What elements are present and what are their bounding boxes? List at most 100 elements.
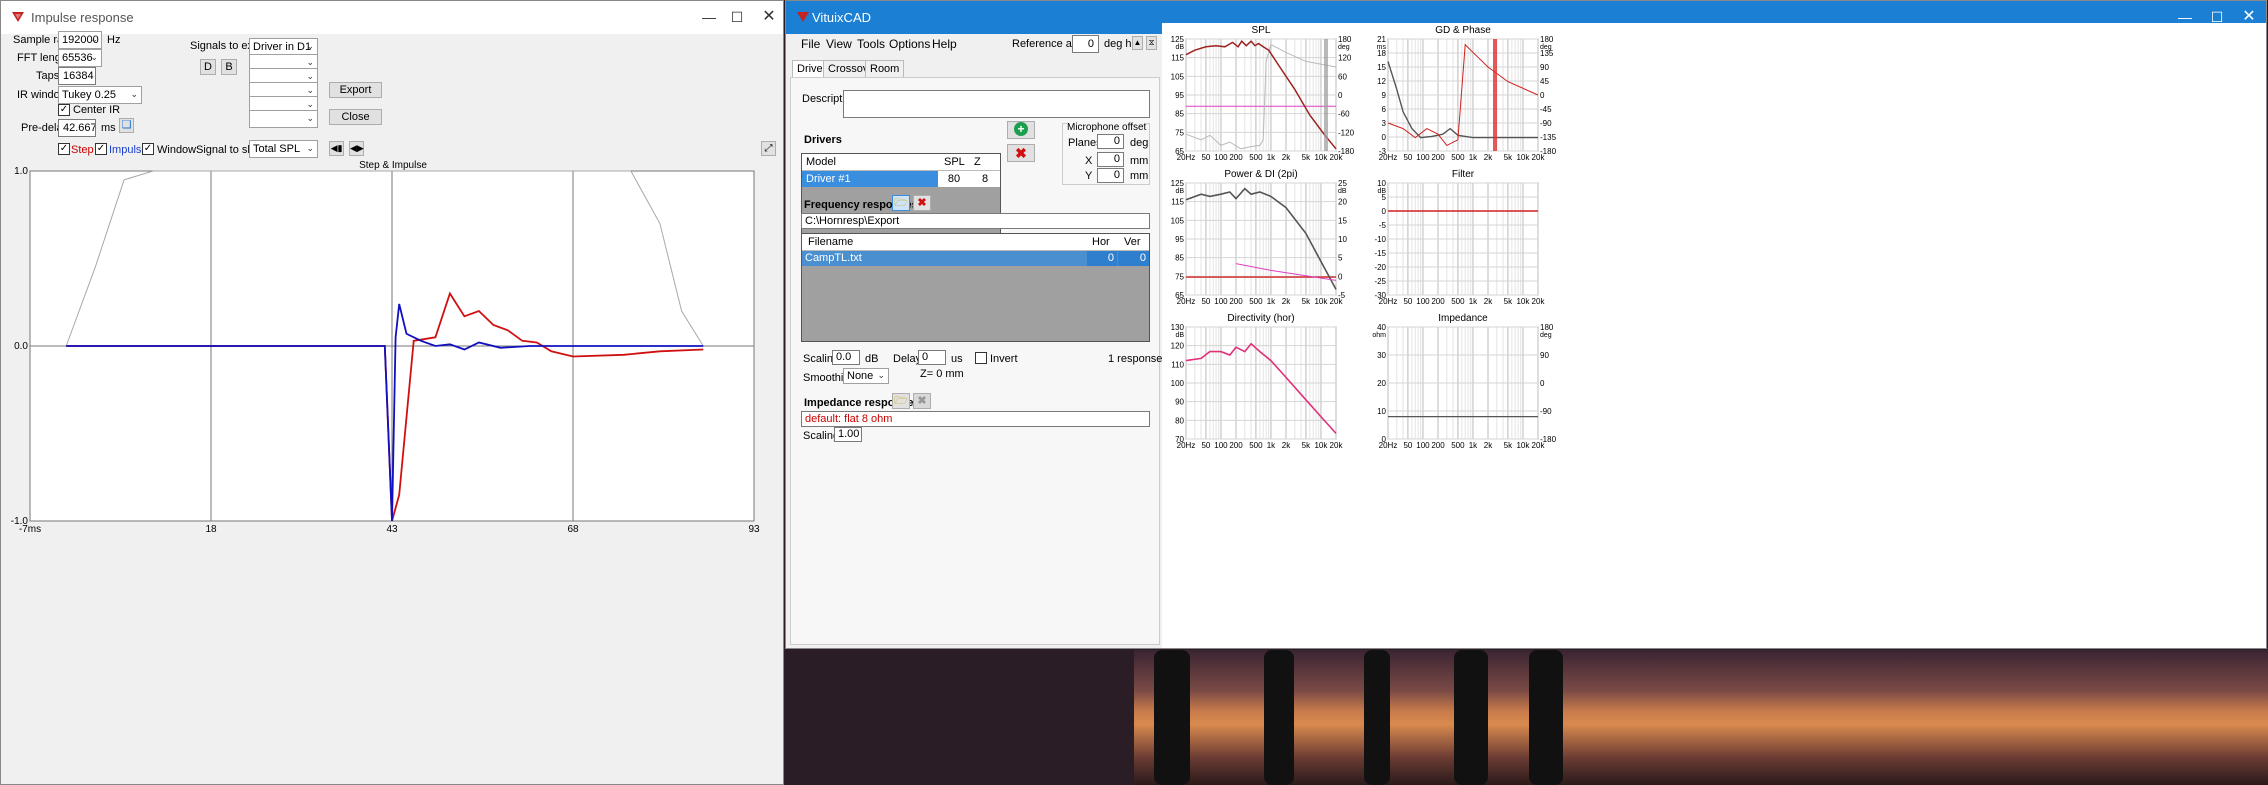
right-tick-label: 0 xyxy=(1338,272,1343,281)
predelay-input[interactable]: 42.667 xyxy=(58,119,96,137)
x-tick-label: 43 xyxy=(386,524,398,535)
y-tick-label: 0.0 xyxy=(14,341,28,352)
menu-help[interactable]: Help xyxy=(932,37,957,51)
freq-tick-label: 5k xyxy=(1504,441,1513,449)
right-tick-label: 90 xyxy=(1540,351,1549,360)
mm-label: mm xyxy=(1130,155,1149,167)
open-freq-button[interactable]: 🗁 xyxy=(892,195,910,211)
maximize-button[interactable]: ☐ xyxy=(727,7,747,27)
freq-tick-label: 50 xyxy=(1403,297,1412,306)
left-unit-label: dB xyxy=(1175,44,1184,51)
add-driver-button[interactable]: + xyxy=(1007,121,1035,139)
menu-view[interactable]: View xyxy=(826,37,852,51)
col-model: Model xyxy=(806,156,836,168)
smoothing-value: None xyxy=(847,370,874,382)
ir-window-select[interactable]: Tukey 0.25 ⌄ xyxy=(58,86,142,104)
impulse-checkbox[interactable]: ✓ xyxy=(95,143,107,155)
freq-tick-label: 10k xyxy=(1314,441,1328,449)
freq-tick-label: 1k xyxy=(1267,153,1276,162)
freq-tick-label: 50 xyxy=(1403,153,1412,162)
graph-gd: GD & Phase20Hz 50 100 200 500 1k 2k 5k 10k 20k211… xyxy=(1377,25,1557,162)
angle-step-button[interactable]: ▲ xyxy=(1132,36,1143,50)
delay-input[interactable]: 0 xyxy=(918,350,946,365)
remove-driver-button[interactable]: ✖ xyxy=(1007,144,1035,162)
remove-imp-button[interactable]: ✖ xyxy=(913,393,931,409)
graph-title: Filter xyxy=(1452,169,1475,180)
reference-angle-input[interactable]: 0 xyxy=(1072,35,1099,53)
left-tick-label: 3 xyxy=(1382,119,1387,128)
menu-options[interactable]: Options xyxy=(889,37,930,51)
right-tick-label: 180 xyxy=(1540,323,1554,332)
taps-input[interactable]: 16384 xyxy=(58,67,96,85)
freq-tick-label: 100 xyxy=(1214,441,1228,449)
driver-row[interactable]: Driver #1 80 8 xyxy=(802,171,1000,187)
freq-tick-label: 500 xyxy=(1249,441,1263,449)
graphs-svg: SPL20Hz 50 100 200 500 1k 2k 5k 10k 20k1251151059… xyxy=(1171,25,1557,449)
right-tick-label: 10 xyxy=(1338,235,1347,244)
left-unit-label: dB xyxy=(1175,188,1184,195)
close-window-button[interactable]: ✕ xyxy=(759,7,779,27)
next-signal-button[interactable]: ◀▶ xyxy=(349,141,364,156)
freq-tick-label: 500 xyxy=(1451,297,1465,306)
freq-tick-label: 50 xyxy=(1201,153,1210,162)
impedance-scaling-input[interactable]: 1.00 xyxy=(834,427,862,442)
description-input[interactable] xyxy=(843,90,1150,118)
hourglass-icon: ⧖ xyxy=(1148,38,1155,47)
center-ir-checkbox[interactable]: ✓ xyxy=(58,104,70,116)
fft-length-select[interactable]: 65536 ⌄ xyxy=(58,49,102,67)
sample-rate-select[interactable]: 192000 ⌄ xyxy=(58,31,102,49)
window-checkbox[interactable]: ✓ xyxy=(142,143,154,155)
y-offset-input[interactable]: 0 xyxy=(1097,168,1124,183)
freq-path-input[interactable]: C:\Hornresp\Export xyxy=(801,213,1150,229)
angle-reset-button[interactable]: ⧖ xyxy=(1146,36,1157,50)
right-tick-label: -60 xyxy=(1338,110,1350,119)
signal-export-select-6[interactable]: ⌄ xyxy=(249,110,318,128)
open-imp-button[interactable]: 🗁 xyxy=(892,393,910,409)
b-button[interactable]: B xyxy=(221,59,237,75)
tab-room[interactable]: Room xyxy=(865,60,905,78)
mic-offset-box: Microphone offset Planes 0 deg X 0 mm Y … xyxy=(1062,122,1150,185)
fence-post xyxy=(1154,650,1190,785)
minimize-button[interactable]: — xyxy=(699,7,719,27)
close-button[interactable]: Close xyxy=(329,109,382,125)
freq-tick-label: 100 xyxy=(1214,297,1228,306)
left-tick-label: 120 xyxy=(1171,342,1185,351)
invert-checkbox[interactable] xyxy=(975,352,987,364)
x-offset-input[interactable]: 0 xyxy=(1097,152,1124,167)
freq-tick-label: 500 xyxy=(1451,441,1465,449)
freq-tick-label: 500 xyxy=(1249,153,1263,162)
fence-post xyxy=(1264,650,1294,785)
menu-tools[interactable]: Tools xyxy=(857,37,885,51)
x-tick-label: 18 xyxy=(205,524,217,535)
remove-freq-button[interactable]: ✖ xyxy=(913,195,931,211)
menu-file[interactable]: File xyxy=(801,37,820,51)
chevron-down-icon: ⌄ xyxy=(90,52,98,62)
chevron-down-icon: ⌄ xyxy=(306,113,314,123)
left-tick-label: -30 xyxy=(1374,291,1386,300)
copy-button[interactable]: ❏ xyxy=(119,118,134,133)
d-button[interactable]: D xyxy=(200,59,216,75)
maximize-chart-button[interactable]: ⤢ xyxy=(761,141,776,156)
chevron-down-icon: ⌄ xyxy=(306,143,314,153)
freq-tick-label: 10k xyxy=(1314,297,1328,306)
signal-show-select[interactable]: Total SPL ⌄ xyxy=(249,140,318,158)
freq-tick-label: 2k xyxy=(1282,297,1291,306)
scaling-input[interactable]: 0.0 xyxy=(832,350,860,365)
right-tick-label: 0 xyxy=(1540,379,1545,388)
freq-tick-label: 500 xyxy=(1249,297,1263,306)
planes-input[interactable]: 0 xyxy=(1097,134,1124,149)
impedance-file-input[interactable]: default: flat 8 ohm xyxy=(801,411,1150,427)
left-right-arrows-icon: ◀▶ xyxy=(350,143,364,153)
left-tick-label: 105 xyxy=(1171,216,1185,225)
driver-model-cell: Driver #1 xyxy=(802,171,938,187)
export-button[interactable]: Export xyxy=(329,82,382,98)
mic-offset-label: Microphone offset xyxy=(1067,122,1147,133)
first-signal-button[interactable]: ◀▮ xyxy=(329,141,344,156)
graph-title: Impedance xyxy=(1438,313,1488,324)
invert-label: Invert xyxy=(990,353,1018,365)
freq-file-row[interactable]: CampTL.txt 0 0 xyxy=(802,251,1149,266)
smoothing-select[interactable]: None ⌄ xyxy=(843,368,889,384)
chevron-down-icon: ⌄ xyxy=(130,89,138,99)
left-tick-label: 75 xyxy=(1175,272,1184,281)
step-checkbox[interactable]: ✓ xyxy=(58,143,70,155)
